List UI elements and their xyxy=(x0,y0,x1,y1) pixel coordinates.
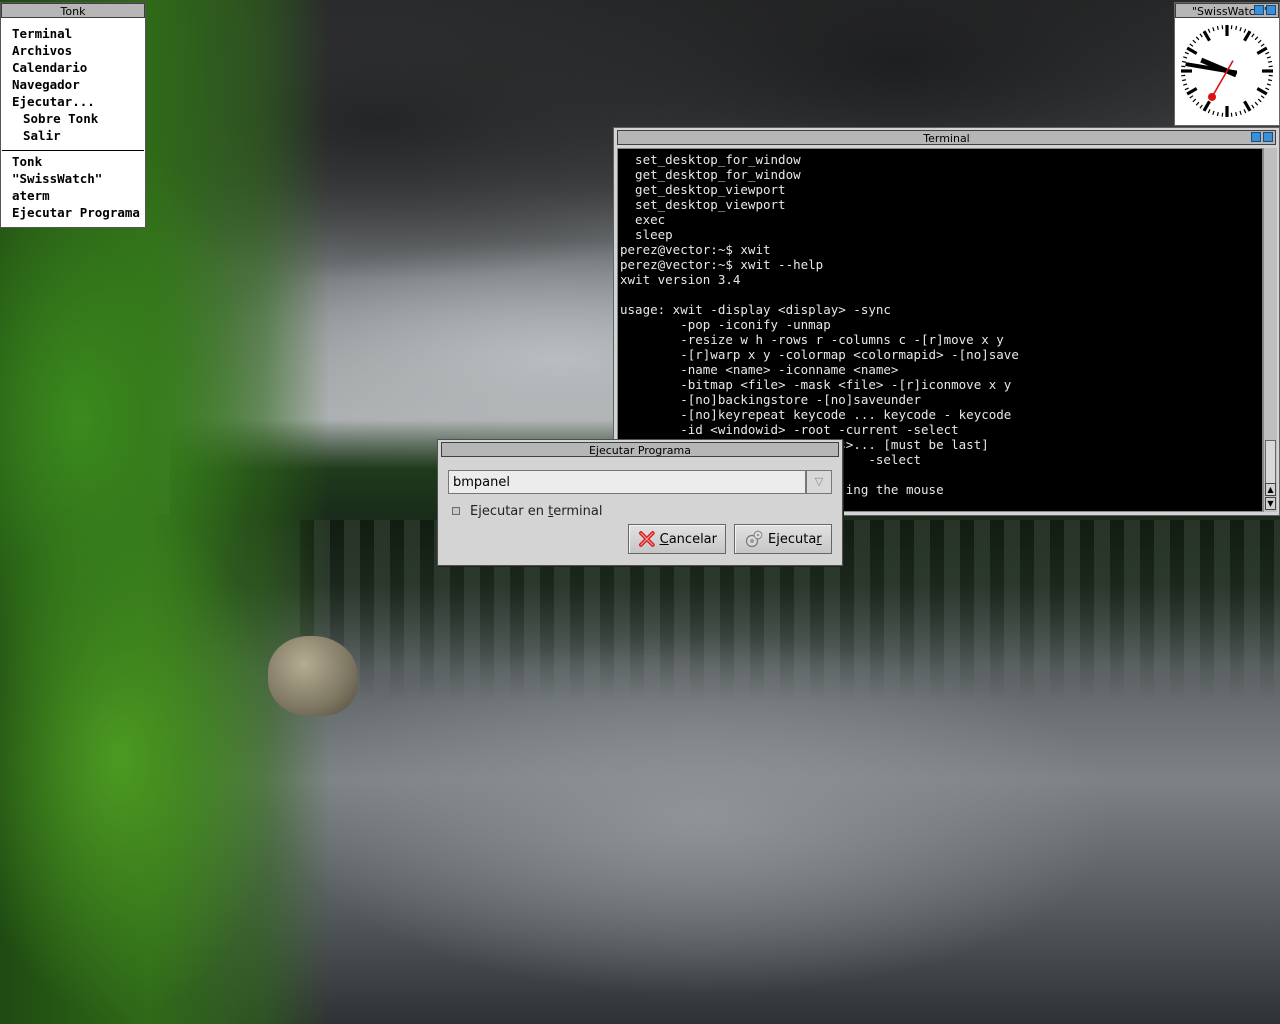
swisswatch-titlebar[interactable]: "SwissWatch" xyxy=(1175,3,1279,18)
cancel-x-icon xyxy=(638,531,655,547)
clock-minute-mark xyxy=(1260,43,1265,47)
clock-face xyxy=(1181,25,1273,117)
dropdown-arrow-icon[interactable]: ▽ xyxy=(806,470,832,494)
clock-minute-mark xyxy=(1195,101,1200,106)
clock-minute-mark xyxy=(1267,60,1273,63)
clock-minute-mark xyxy=(1239,110,1242,115)
clock-minute-mark xyxy=(1257,98,1262,103)
clock-minute-mark xyxy=(1212,110,1215,115)
scroll-up-icon[interactable]: ▲ xyxy=(1265,483,1276,496)
swisswatch-title-buttons xyxy=(1254,5,1276,15)
menu-item-salir[interactable]: Salir xyxy=(1,127,145,144)
clock-minute-mark xyxy=(1207,28,1211,33)
run-in-terminal-checkbox[interactable] xyxy=(452,507,460,515)
clock-minute-mark xyxy=(1195,36,1200,41)
clock-minute-mark xyxy=(1184,51,1189,55)
clock-minute-mark xyxy=(1266,56,1271,59)
terminal-title-buttons xyxy=(1251,132,1273,142)
clock-minute-mark xyxy=(1251,104,1255,109)
run-button[interactable]: Ejecutar xyxy=(734,524,832,554)
clock-minute-mark xyxy=(1257,39,1262,44)
window-item-aterm[interactable]: aterm xyxy=(1,187,145,204)
clock-hour-mark xyxy=(1243,100,1252,112)
clock-minute-mark xyxy=(1265,87,1270,91)
run-button-label: Ejecutar xyxy=(768,531,822,547)
clock-minute-mark xyxy=(1235,111,1238,117)
menu-item-calendario[interactable]: Calendario xyxy=(1,59,145,76)
clock-second-dot xyxy=(1208,92,1216,101)
clock-minute-mark xyxy=(1199,33,1203,38)
menu-item-navegador[interactable]: Navegador xyxy=(1,76,145,93)
menu-item-ejecutar[interactable]: Ejecutar... xyxy=(1,93,145,110)
clock-minute-mark xyxy=(1243,28,1247,33)
scroll-down-icon[interactable]: ▼ xyxy=(1265,497,1276,510)
clock-minute-mark xyxy=(1267,79,1273,82)
run-program-dialog: Ejecutar Programa ▽ Ejecutar en terminal… xyxy=(437,439,843,566)
clock-hour-mark xyxy=(1186,46,1198,55)
clock-minute-mark xyxy=(1235,25,1238,31)
clock-minute-mark xyxy=(1181,60,1187,63)
clock-minute-mark xyxy=(1183,56,1188,59)
clock-hour-mark xyxy=(1186,87,1198,96)
gear-icon xyxy=(745,530,763,548)
clock-minute-mark xyxy=(1207,109,1211,114)
window-item-ejecutar-programa[interactable]: Ejecutar Programa xyxy=(1,204,145,221)
scrollbar-thumb[interactable] xyxy=(1265,440,1276,485)
root-menu: Tonk Terminal Archivos Calendario Navega… xyxy=(0,2,146,228)
window-item-swisswatch[interactable]: "SwissWatch" xyxy=(1,170,145,187)
clock-hour-mark xyxy=(1256,46,1268,55)
clock-minute-mark xyxy=(1192,98,1197,103)
clock-minute-mark xyxy=(1181,79,1187,82)
clock-minute-mark xyxy=(1199,104,1203,109)
iconify-button[interactable] xyxy=(1254,5,1264,15)
clock-minute-mark xyxy=(1189,43,1194,47)
terminal-title: Terminal xyxy=(923,132,970,145)
clock-minute-mark xyxy=(1265,51,1270,55)
clock-minute-mark xyxy=(1251,33,1255,38)
clock-minute-mark xyxy=(1254,101,1259,106)
cancel-button[interactable]: Cancelar xyxy=(628,524,726,554)
menu-item-terminal[interactable]: Terminal xyxy=(1,25,145,42)
clock-minute-mark xyxy=(1216,25,1219,31)
wallpaper-rock xyxy=(268,636,358,716)
cancel-button-label: Cancelar xyxy=(659,531,717,547)
clock-minute-mark xyxy=(1266,83,1271,86)
clock-minute-mark xyxy=(1184,87,1189,91)
clock-hour-mark xyxy=(1202,30,1211,42)
clock-minute-mark xyxy=(1189,95,1194,99)
clock-hour-mark xyxy=(1243,30,1252,42)
clock-hour-mark xyxy=(1256,87,1268,96)
window-item-tonk[interactable]: Tonk xyxy=(1,153,145,170)
root-menu-title[interactable]: Tonk xyxy=(1,3,145,18)
clock-minute-mark xyxy=(1212,27,1215,32)
clock-minute-mark xyxy=(1243,109,1247,114)
run-in-terminal-option[interactable]: Ejecutar en terminal xyxy=(452,502,602,520)
terminal-titlebar[interactable]: Terminal xyxy=(617,130,1276,145)
maximize-button[interactable] xyxy=(1266,5,1276,15)
iconify-button[interactable] xyxy=(1251,132,1261,142)
clock-minute-mark xyxy=(1183,83,1188,86)
clock-hour-mark xyxy=(1202,100,1211,112)
command-input[interactable] xyxy=(448,470,806,494)
menu-separator xyxy=(2,150,144,151)
menu-item-sobre-tonk[interactable]: Sobre Tonk xyxy=(1,110,145,127)
terminal-scrollbar[interactable]: ▲ ▼ xyxy=(1263,148,1277,512)
clock-minute-mark xyxy=(1239,27,1242,32)
swisswatch-window: "SwissWatch" xyxy=(1174,2,1280,126)
root-menu-windows: Tonk "SwissWatch" aterm Ejecutar Program… xyxy=(1,153,145,221)
clock-minute-mark xyxy=(1216,111,1219,117)
root-menu-apps: Terminal Archivos Calendario Navegador E… xyxy=(1,25,145,144)
command-combobox: ▽ xyxy=(448,470,832,494)
clock-minute-mark xyxy=(1260,95,1265,99)
menu-item-archivos[interactable]: Archivos xyxy=(1,42,145,59)
dialog-titlebar[interactable]: Ejecutar Programa xyxy=(441,442,839,457)
maximize-button[interactable] xyxy=(1263,132,1273,142)
clock-minute-mark xyxy=(1254,36,1259,41)
run-in-terminal-label: Ejecutar en terminal xyxy=(470,503,603,519)
clock-minute-mark xyxy=(1192,39,1197,44)
